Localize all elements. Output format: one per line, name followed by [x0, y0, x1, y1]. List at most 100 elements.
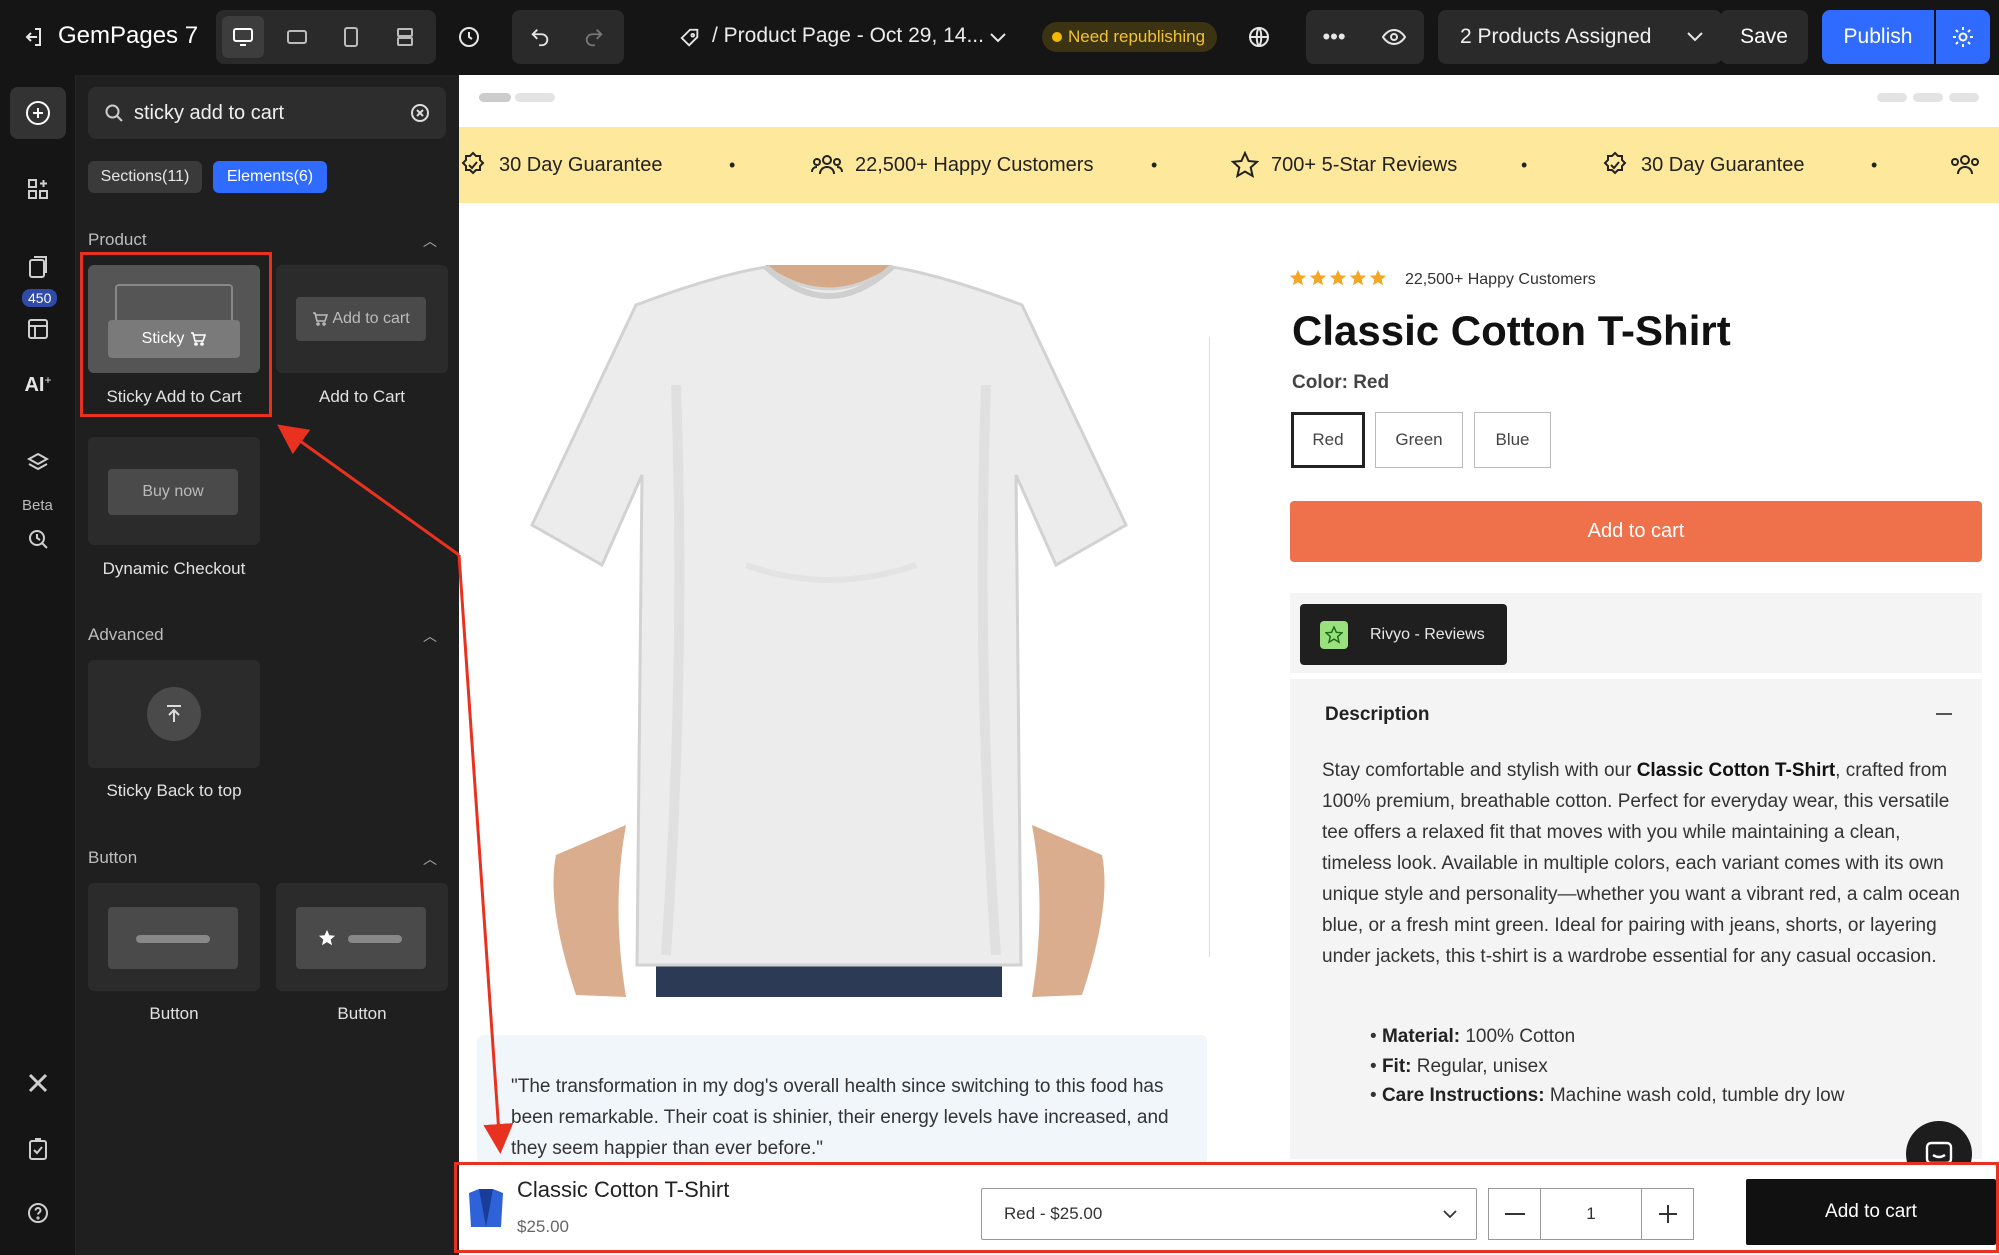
sticky-add-to-cart-bar: Classic Cotton T-Shirt $25.00 Red - $25.…	[459, 1162, 1999, 1255]
sticky-add-to-cart-element[interactable]: Sticky	[88, 265, 260, 373]
save-button[interactable]: Save	[1720, 10, 1808, 64]
undo-icon[interactable]	[520, 18, 560, 56]
description-text: Stay comfortable and stylish with our Cl…	[1322, 760, 1960, 967]
canvas-top-placeholder	[1877, 93, 1907, 102]
publish-button[interactable]: Publish	[1822, 10, 1934, 64]
tab-elements[interactable]: Elements(6)	[213, 161, 327, 193]
buy-now-preview: Buy now	[108, 469, 238, 515]
ticker-item: 30 Day Guarantee	[459, 127, 662, 203]
sticky-variant-select[interactable]: Red - $25.00	[981, 1188, 1477, 1240]
description-accordion-header[interactable]: Description	[1290, 679, 1982, 751]
templates-icon[interactable]	[10, 303, 66, 355]
rivyo-reviews-app[interactable]: Rivyo - Reviews	[1300, 604, 1507, 665]
sticky-back-to-top-element[interactable]	[88, 660, 260, 768]
product-title: Classic Cotton T-Shirt	[1292, 307, 1731, 354]
color-label: Color: Red	[1292, 372, 1390, 393]
pages-icon[interactable]	[10, 241, 66, 293]
sticky-add-to-cart-button[interactable]: Add to cart	[1746, 1179, 1996, 1245]
more-icon[interactable]: •••	[1312, 18, 1356, 56]
collapse-icon[interactable]: ︿	[423, 849, 437, 869]
ai-icon[interactable]: AI +	[10, 359, 66, 411]
sticky-product-price: $25.00	[517, 1217, 569, 1236]
left-rail: 450 AI + Beta	[0, 75, 76, 1255]
ticker-item	[1949, 127, 1993, 203]
exit-icon[interactable]	[18, 22, 48, 52]
top-toolbar: GemPages 7 / Product Page - Oct 29, 14..…	[0, 0, 1999, 75]
redo-icon[interactable]	[574, 18, 614, 56]
clear-search-icon[interactable]	[410, 103, 430, 123]
swatch-blue[interactable]: Blue	[1474, 412, 1551, 468]
description-bullet: • Care Instructions: Machine wash cold, …	[1370, 1085, 1845, 1106]
add-element-icon[interactable]	[10, 87, 66, 139]
desktop-icon[interactable]	[222, 16, 264, 58]
checklist-icon[interactable]	[10, 1123, 66, 1175]
swatch-green[interactable]: Green	[1375, 412, 1463, 468]
beta-label: Beta	[22, 497, 53, 514]
back-to-top-icon	[147, 687, 201, 741]
mobile-icon[interactable]	[330, 16, 372, 58]
collapse-minus-icon[interactable]	[1936, 713, 1952, 715]
tab-sections[interactable]: Sections(11)	[88, 161, 202, 193]
gear-icon	[1953, 27, 1973, 47]
dynamic-checkout-label: Dynamic Checkout	[102, 559, 246, 578]
canvas-breadcrumb-placeholder	[515, 93, 555, 102]
dynamic-checkout-element[interactable]: Buy now	[88, 437, 260, 545]
star-icon	[1369, 269, 1387, 286]
collapse-icon[interactable]: ︿	[423, 231, 437, 251]
cart-icon	[191, 332, 207, 346]
products-assigned-dropdown[interactable]: 2 Products Assigned	[1438, 10, 1722, 64]
testimonial-text: "The transformation in my dog's overall …	[511, 1076, 1169, 1159]
canvas-top-placeholder	[1913, 93, 1943, 102]
add-to-cart-element[interactable]: Add to cart	[276, 265, 448, 373]
quantity-stepper: 1	[1488, 1188, 1694, 1240]
apps-icon[interactable]	[10, 163, 66, 215]
decrease-quantity-button[interactable]	[1489, 1189, 1541, 1239]
description-bullet: • Material: 100% Cotton	[1370, 1026, 1576, 1047]
brand-logo: GemPages 7	[58, 22, 199, 49]
announcement-ticker: 30 Day Guarantee • 22,500+ Happy Custome…	[459, 127, 1999, 203]
help-icon[interactable]	[10, 1187, 66, 1239]
preview-eye-icon[interactable]	[1372, 18, 1416, 56]
plus-icon	[1658, 1205, 1677, 1223]
history-icon[interactable]	[452, 20, 486, 54]
description-bullet: • Fit: Regular, unisex	[1370, 1056, 1548, 1077]
quantity-input[interactable]: 1	[1541, 1189, 1641, 1239]
x-logo-icon[interactable]	[10, 1057, 66, 1109]
page-canvas: 30 Day Guarantee • 22,500+ Happy Custome…	[459, 75, 1999, 1255]
section-header-button[interactable]: Button	[88, 848, 137, 868]
publish-settings-button[interactable]	[1936, 10, 1990, 64]
product-image[interactable]	[516, 265, 1142, 997]
section-header-product[interactable]: Product	[88, 230, 147, 250]
button-preview	[296, 907, 426, 969]
button-element-1[interactable]	[88, 883, 260, 991]
device-switcher	[216, 10, 436, 64]
add-to-cart-button[interactable]: Add to cart	[1290, 501, 1982, 562]
section-header-advanced[interactable]: Advanced	[88, 625, 164, 645]
layers-icon[interactable]	[10, 437, 66, 489]
ticker-separator: •	[1521, 155, 1528, 175]
rating-stars	[1289, 269, 1387, 287]
beta-feature-icon[interactable]	[10, 513, 66, 565]
swatch-red[interactable]: Red	[1291, 412, 1365, 468]
page-title[interactable]: / Product Page - Oct 29, 14...	[712, 24, 984, 48]
search-box	[88, 87, 446, 139]
ticker-item: 30 Day Guarantee	[1601, 127, 1804, 203]
chevron-down-icon[interactable]	[984, 24, 1012, 52]
button-element-2[interactable]	[276, 883, 448, 991]
cart-icon	[313, 312, 329, 326]
button-label-1: Button	[149, 1004, 199, 1023]
customers-icon	[1951, 155, 1979, 175]
globe-icon[interactable]	[1242, 20, 1276, 54]
responsive-icon[interactable]	[384, 16, 426, 58]
badge-check-icon	[1603, 151, 1627, 175]
collapse-icon[interactable]: ︿	[423, 626, 437, 646]
ticker-separator: •	[1871, 155, 1878, 175]
status-dot-icon	[1052, 32, 1062, 42]
star-icon	[318, 929, 336, 946]
sticky-product-thumbnail	[465, 1187, 507, 1229]
ticker-separator: •	[729, 155, 736, 175]
tablet-landscape-icon[interactable]	[276, 16, 318, 58]
search-icon	[105, 104, 123, 122]
search-input[interactable]	[134, 101, 394, 125]
increase-quantity-button[interactable]	[1641, 1189, 1693, 1239]
